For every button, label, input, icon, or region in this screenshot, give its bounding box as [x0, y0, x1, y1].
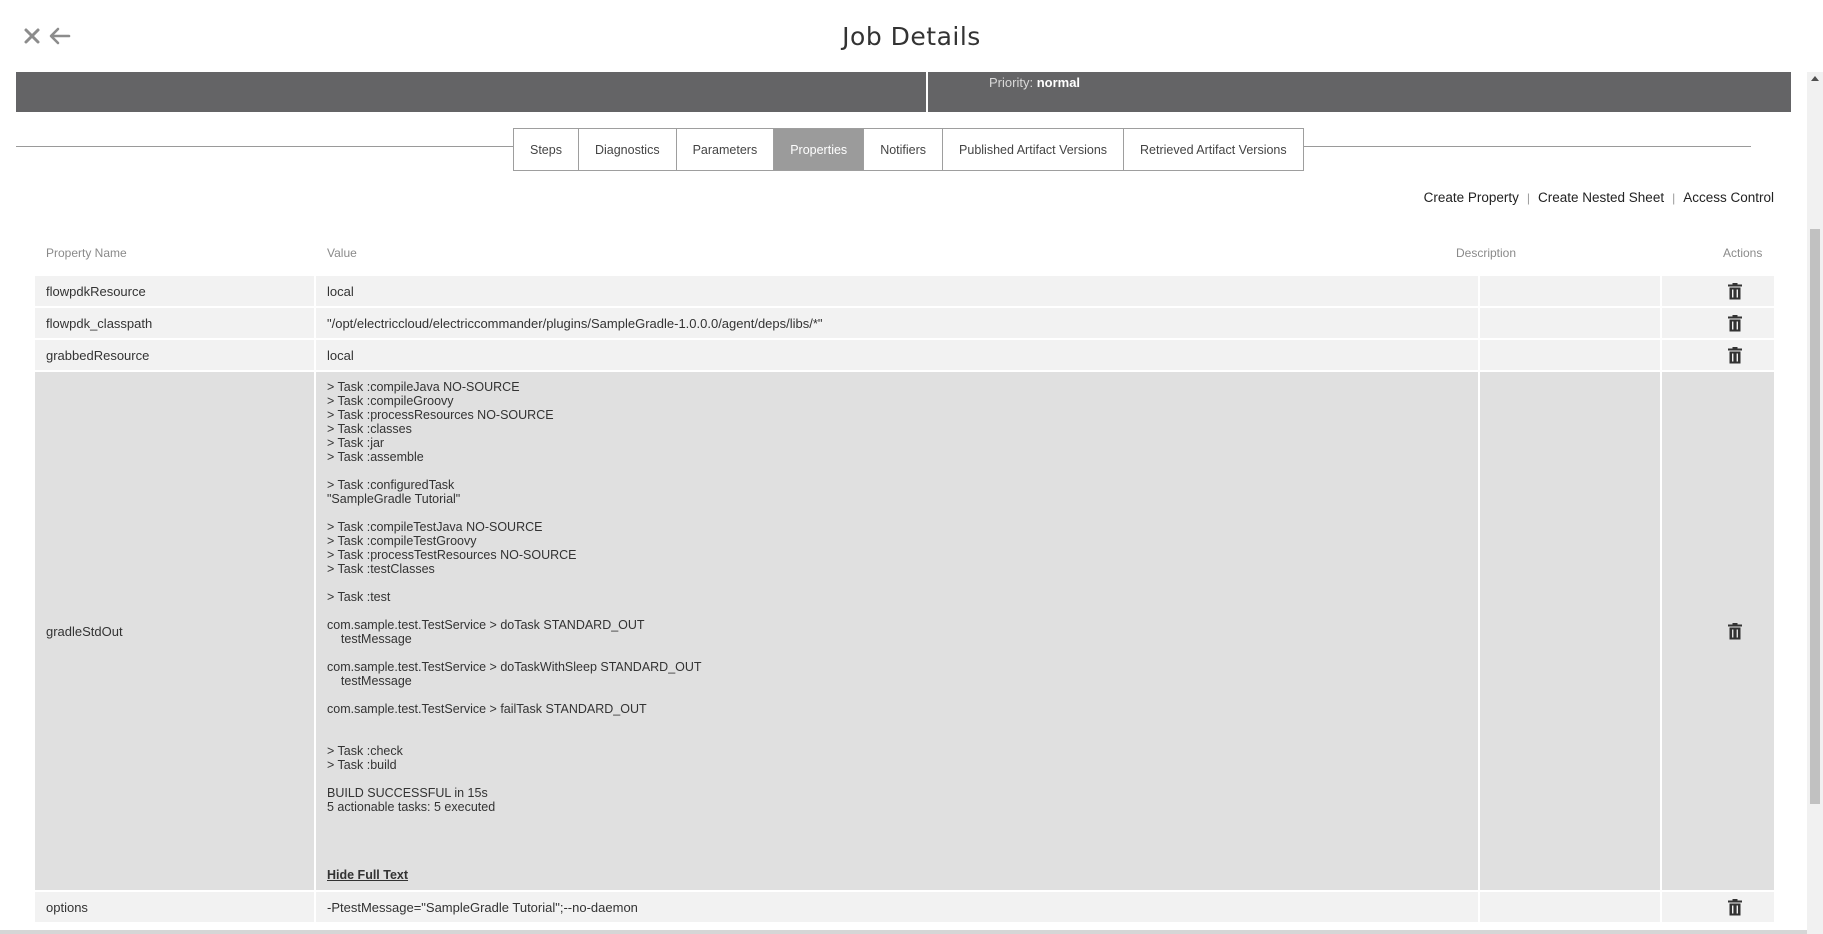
properties-toolbar: Create Property | Create Nested Sheet | … [1424, 190, 1774, 205]
header-bar: Job Details [0, 0, 1823, 72]
toolbar-separator: | [1526, 190, 1530, 205]
tab-parameters[interactable]: Parameters [676, 129, 775, 170]
table-row-expanded: gradleStdOut > Task :compileJava NO-SOUR… [35, 372, 1774, 890]
table-row: options -PtestMessage="SampleGradle Tuto… [35, 892, 1774, 922]
tab-diagnostics[interactable]: Diagnostics [578, 129, 677, 170]
tab-steps[interactable]: Steps [514, 129, 579, 170]
page-title: Job Details [842, 22, 981, 51]
property-description-cell [1480, 892, 1660, 922]
column-header-description[interactable]: Description [1456, 246, 1516, 260]
trash-icon[interactable] [1727, 282, 1743, 300]
hide-full-text-link[interactable]: Hide Full Text [327, 868, 408, 882]
actions-cell [1662, 892, 1808, 922]
priority-field: Priority: normal [989, 75, 1080, 90]
priority-label: Priority: [989, 75, 1034, 90]
property-name-cell[interactable]: options [35, 892, 314, 922]
actions-cell [1662, 340, 1808, 370]
property-name-cell[interactable]: grabbedResource [35, 340, 314, 370]
table-row: flowpdk_classpath "/opt/electriccloud/el… [35, 308, 1774, 338]
property-name-cell[interactable]: gradleStdOut [35, 372, 314, 890]
trash-icon[interactable] [1727, 346, 1743, 364]
properties-table: Property Name Value Description Actions … [35, 240, 1774, 922]
priority-value: normal [1036, 75, 1081, 90]
create-nested-sheet-link[interactable]: Create Nested Sheet [1538, 190, 1664, 205]
actions-cell [1662, 276, 1808, 306]
create-property-link[interactable]: Create Property [1424, 190, 1519, 205]
column-header-property-name[interactable]: Property Name [46, 246, 127, 260]
property-value-cell[interactable]: -PtestMessage="SampleGradle Tutorial";--… [316, 892, 1477, 922]
property-value-cell[interactable]: "/opt/electriccloud/electriccommander/pl… [316, 308, 1477, 338]
vertical-scrollbar[interactable] [1807, 72, 1823, 934]
tab-published-artifact-versions[interactable]: Published Artifact Versions [943, 129, 1125, 170]
trash-icon[interactable] [1727, 898, 1743, 916]
property-value-cell[interactable]: > Task :compileJava NO-SOURCE > Task :co… [316, 372, 1477, 890]
table-row: grabbedResource local [35, 340, 1774, 370]
property-description-cell [1480, 308, 1660, 338]
property-value-text: > Task :compileJava NO-SOURCE > Task :co… [327, 380, 702, 814]
property-name-cell[interactable]: flowpdk_classpath [35, 308, 314, 338]
property-description-cell [1480, 340, 1660, 370]
access-control-link[interactable]: Access Control [1683, 190, 1774, 205]
trash-icon[interactable] [1727, 314, 1743, 332]
property-description-cell [1480, 276, 1660, 306]
actions-cell [1662, 308, 1808, 338]
column-header-actions: Actions [1723, 246, 1763, 260]
scroll-up-arrow-icon[interactable] [1811, 76, 1819, 81]
property-name-cell[interactable]: flowpdkResource [35, 276, 314, 306]
tab-notifiers[interactable]: Notifiers [864, 129, 944, 170]
property-value-cell[interactable]: local [316, 276, 1477, 306]
tab-retrieved-artifact-versions[interactable]: Retrieved Artifact Versions [1124, 129, 1303, 170]
job-summary-band: Priority: normal [16, 72, 1791, 112]
summary-divider [926, 72, 928, 112]
table-row: flowpdkResource local [35, 276, 1774, 306]
bottom-edge [0, 930, 1807, 934]
scrollbar-thumb[interactable] [1810, 229, 1820, 804]
tab-bar: Steps Diagnostics Parameters Properties … [513, 128, 1304, 171]
trash-icon[interactable] [1727, 622, 1743, 640]
property-value-cell[interactable]: local [316, 340, 1477, 370]
property-description-cell [1480, 372, 1660, 890]
column-header-value[interactable]: Value [327, 246, 357, 260]
actions-cell [1662, 372, 1808, 890]
toolbar-separator: | [1672, 190, 1676, 205]
table-header: Property Name Value Description Actions [35, 240, 1774, 274]
tab-properties[interactable]: Properties [774, 129, 865, 170]
